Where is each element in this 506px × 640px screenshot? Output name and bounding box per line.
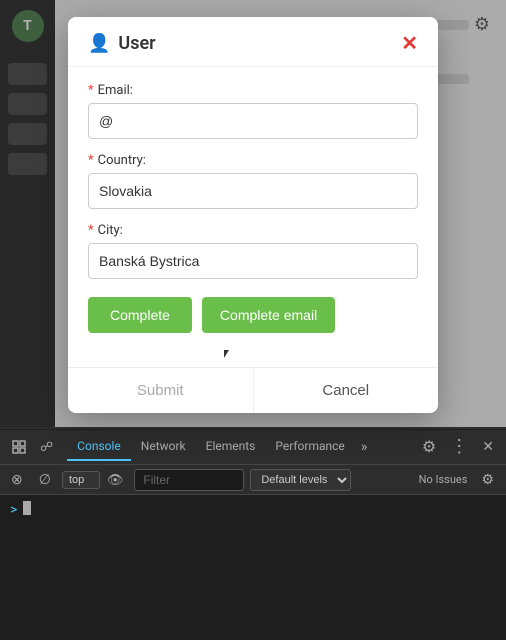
devtools-close-btn[interactable]: ✕ [476,434,500,459]
devtools-panel: ☍ Console Network Elements Performance »… [0,427,506,640]
tab-console[interactable]: Console [67,433,131,461]
devtools-toolbar: ☍ Console Network Elements Performance »… [0,429,506,465]
devtools-inspect-btn[interactable] [6,436,32,458]
devtools-tabs: Console Network Elements Performance » [67,433,414,461]
devtools-settings-btn[interactable]: ⚙ [416,433,442,461]
modal-body: * Email: * Country: * City: [68,67,438,353]
console-cursor [23,501,31,515]
email-label: * Email: [88,83,418,98]
tab-performance[interactable]: Performance [265,433,354,461]
cancel-button[interactable]: Cancel [254,368,439,413]
console-levels-select[interactable]: Default levels [250,469,351,491]
modal-title-area: 👤 User [88,33,156,54]
city-field-group: * City: [88,223,418,279]
complete-email-button[interactable]: Complete email [202,297,335,333]
country-required-marker: * [88,153,94,168]
tab-network[interactable]: Network [131,433,196,461]
tab-elements[interactable]: Elements [196,433,266,461]
city-required-marker: * [88,223,94,238]
console-prompt: > [10,502,17,518]
modal-header: 👤 User ✕ [68,17,438,67]
email-input[interactable] [88,103,418,139]
action-buttons: Complete Complete email [88,297,418,333]
devtools-device-btn[interactable]: ☍ [34,435,59,459]
console-issues-badge: No Issues [419,473,468,486]
email-required-marker: * [88,83,94,98]
modal-footer: Submit Cancel [68,367,438,413]
country-field-group: * Country: [88,153,418,209]
console-eye-btn[interactable]: 👁 [102,470,129,490]
close-button[interactable]: ✕ [401,34,418,54]
submit-button[interactable]: Submit [68,368,254,413]
console-clear-btn[interactable]: ⊗ [6,469,28,490]
devtools-more-tabs[interactable]: » [355,435,374,459]
devtools-secondary-toolbar: ⊗ ∅ top ▼ 👁 Default levels No Issues ⚙ [0,465,506,495]
top-frame-wrapper: top ▼ [62,471,96,489]
user-modal: 👤 User ✕ * Email: * Country: [68,17,438,413]
console-settings-btn[interactable]: ⚙ [475,467,500,492]
country-label: * Country: [88,153,418,168]
country-input[interactable] [88,173,418,209]
devtools-console[interactable]: > [0,495,506,640]
city-label: * City: [88,223,418,238]
console-filter-input[interactable] [134,469,244,491]
email-field-group: * Email: [88,83,418,139]
user-icon: 👤 [88,33,110,54]
devtools-menu-btn[interactable]: ⋮ [444,432,474,461]
console-filter-toggle[interactable]: ∅ [34,469,56,490]
city-input[interactable] [88,243,418,279]
modal-overlay: 👤 User ✕ * Email: * Country: [0,0,506,430]
modal-title: User [118,33,155,54]
top-frame-select[interactable]: top [62,471,100,489]
devtools-right-icons: ⚙ ⋮ ✕ [416,432,500,461]
complete-button[interactable]: Complete [88,297,192,333]
